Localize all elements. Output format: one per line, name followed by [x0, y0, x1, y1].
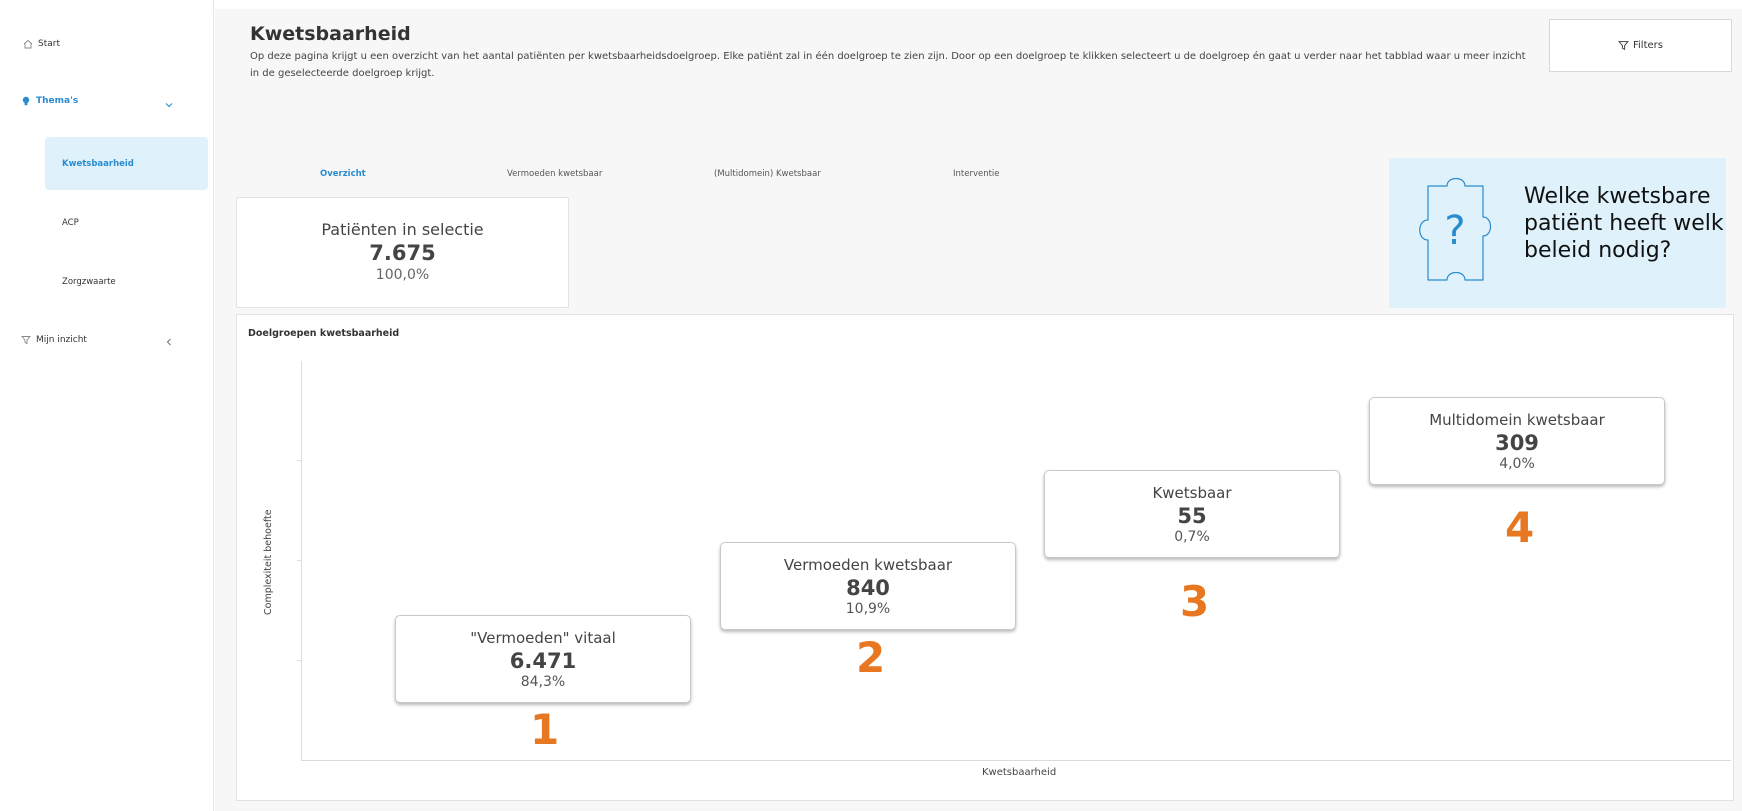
group-number-3: 3	[1180, 577, 1210, 626]
x-axis	[301, 760, 1731, 761]
group-box-kwetsbaar[interactable]: Kwetsbaar 55 0,7%	[1044, 470, 1340, 558]
group-percentage: 10,9%	[845, 601, 891, 617]
question-mark: ?	[1444, 208, 1465, 254]
group-box-multidomein-kwetsbaar[interactable]: Multidomein kwetsbaar 309 4,0%	[1369, 397, 1665, 485]
info-panel: ? Welke kwetsbare patiënt heeft welk bel…	[1389, 158, 1726, 308]
nav-themas-label: Thema's	[36, 96, 79, 106]
y-tick	[297, 660, 302, 661]
page-description: Op deze pagina krijgt u een overzicht va…	[250, 51, 1526, 79]
y-tick	[297, 460, 302, 461]
sidebar-item-zorgzwaarte[interactable]: Zorgzwaarte	[62, 277, 116, 287]
group-label: Multidomein kwetsbaar	[1429, 411, 1605, 429]
kpi-label: Patiënten in selectie	[321, 220, 484, 239]
y-axis-label: Complexiteit behoefte	[263, 509, 274, 615]
filter-icon	[1618, 41, 1629, 51]
chart-title: Doelgroepen kwetsbaarheid	[248, 328, 400, 339]
x-axis-label: Kwetsbaarheid	[982, 767, 1057, 778]
filters-label: Filters	[1633, 40, 1663, 51]
kpi-percentage: 100,0%	[375, 267, 430, 283]
group-value: 55	[1177, 504, 1207, 528]
nav-mijn-inzicht-label: Mijn inzicht	[36, 335, 87, 345]
group-percentage: 84,3%	[520, 674, 566, 690]
sidebar-item-acp[interactable]: ACP	[62, 218, 79, 228]
group-box-vermoeden-vitaal[interactable]: "Vermoeden" vitaal 6.471 84,3%	[395, 615, 691, 703]
filters-button[interactable]: Filters	[1549, 19, 1732, 72]
group-number-1: 1	[530, 705, 560, 754]
y-tick	[297, 560, 302, 561]
tab-multidomein-kwetsbaar[interactable]: (Multidomein) Kwetsbaar	[714, 169, 821, 179]
y-axis	[301, 361, 302, 761]
tab-vermoeden-kwetsbaar[interactable]: Vermoeden kwetsbaar	[507, 169, 602, 179]
group-percentage: 0,7%	[1174, 529, 1210, 545]
chevron-left-icon[interactable]	[164, 332, 176, 346]
nav-mijn-inzicht[interactable]: Mijn inzicht	[20, 334, 87, 346]
page-title: Kwetsbaarheid	[250, 23, 411, 45]
group-value: 309	[1495, 431, 1539, 455]
home-icon	[22, 38, 34, 50]
kpi-value: 7.675	[369, 241, 436, 265]
group-number-2: 2	[856, 633, 886, 682]
kpi-card-patienten: Patiënten in selectie 7.675 100,0%	[236, 197, 569, 308]
filter-icon	[20, 334, 32, 346]
lightbulb-icon	[20, 95, 32, 107]
sidebar-item-kwetsbaarheid[interactable]: Kwetsbaarheid	[62, 159, 134, 169]
main-content: Kwetsbaarheid Op deze pagina krijgt u ee…	[215, 9, 1742, 811]
group-label: Vermoeden kwetsbaar	[783, 556, 953, 574]
puzzle-question-icon: ?	[1419, 177, 1492, 281]
group-box-vermoeden-kwetsbaar[interactable]: Vermoeden kwetsbaar 840 10,9%	[720, 542, 1016, 630]
group-percentage: 4,0%	[1499, 456, 1535, 472]
tab-overzicht[interactable]: Overzicht	[320, 169, 366, 179]
group-label: "Vermoeden" vitaal	[470, 629, 616, 647]
group-value: 840	[846, 576, 890, 600]
chevron-down-icon[interactable]	[164, 95, 176, 108]
nav-start-label: Start	[38, 39, 60, 49]
sidebar: Start Thema's Kwetsbaarheid ACP Zorgzwaa…	[0, 0, 214, 811]
chart-card: Doelgroepen kwetsbaarheid Complexiteit b…	[236, 314, 1734, 801]
info-text: Welke kwetsbare patiënt heeft welk belei…	[1524, 184, 1724, 263]
nav-start[interactable]: Start	[22, 38, 60, 50]
group-number-4: 4	[1505, 503, 1535, 552]
tab-interventie[interactable]: Interventie	[953, 169, 1000, 179]
group-value: 6.471	[509, 649, 577, 673]
group-label: Kwetsbaar	[1152, 484, 1232, 502]
nav-themas[interactable]: Thema's	[20, 95, 78, 107]
